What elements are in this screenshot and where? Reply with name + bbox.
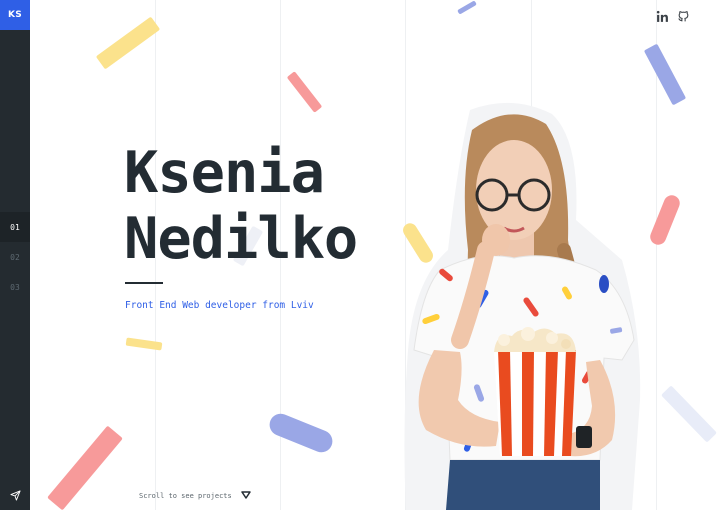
hero-name: Ksenia Nedilko [124,140,358,272]
nav-item-03[interactable]: 03 [0,272,30,302]
confetti [266,410,336,456]
name-underline [125,282,163,284]
section-nav: 01 02 03 [0,212,30,302]
linkedin-icon[interactable] [656,8,669,22]
portrait-photo [400,100,650,510]
tagline: Front End Web developer from Lviv [125,300,314,311]
sidebar: KS 01 02 03 [0,0,30,510]
nav-item-01[interactable]: 01 [0,212,30,242]
scroll-hint[interactable]: Scroll to see projects [139,491,251,501]
confetti [457,0,477,15]
logo[interactable]: KS [0,0,30,30]
confetti [125,337,163,351]
confetti [647,192,683,248]
scroll-label: Scroll to see projects [139,492,232,500]
confetti [95,16,161,70]
confetti [643,43,687,106]
confetti [661,385,717,443]
confetti [286,71,323,113]
triangle-down-icon [240,491,251,501]
github-icon[interactable] [677,8,690,22]
confetti [47,425,123,510]
last-name: Nedilko [124,206,358,272]
nav-item-02[interactable]: 02 [0,242,30,272]
social-links [656,8,690,22]
send-icon[interactable] [0,480,30,510]
first-name: Ksenia [124,140,325,206]
